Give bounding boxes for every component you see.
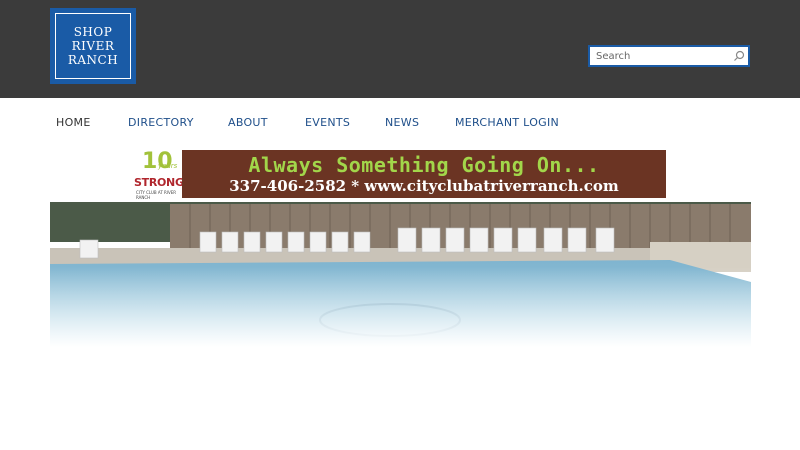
badge-years: years xyxy=(158,162,178,170)
badge-caption: CITY CLUB AT RIVER RANCH xyxy=(136,190,177,200)
banner-contact: 337-406-2582 * www.cityclubatriverranch.… xyxy=(229,177,619,195)
logo-line-3: RANCH xyxy=(67,53,119,67)
main-nav: HOME DIRECTORY ABOUT EVENTS NEWS MERCHAN… xyxy=(0,98,800,146)
site-header: SHOP RIVER RANCH xyxy=(0,0,800,98)
nav-events[interactable]: EVENTS xyxy=(305,116,350,129)
badge-strong: STRONG xyxy=(134,176,184,189)
site-logo[interactable]: SHOP RIVER RANCH xyxy=(50,8,136,84)
logo-mark: SHOP RIVER RANCH xyxy=(55,13,131,79)
anniversary-badge: 10 years STRONG CITY CLUB AT RIVER RANCH xyxy=(134,150,184,200)
banner-message: Always Something Going On... 337-406-258… xyxy=(182,150,666,198)
ad-banner[interactable]: 10 years STRONG CITY CLUB AT RIVER RANCH… xyxy=(134,150,666,200)
hero-pool-image xyxy=(50,202,751,347)
search-input[interactable] xyxy=(590,47,736,65)
nav-merchant-login[interactable]: MERCHANT LOGIN xyxy=(455,116,559,129)
search-icon[interactable] xyxy=(733,50,745,62)
nav-directory[interactable]: DIRECTORY xyxy=(128,116,194,129)
nav-news[interactable]: NEWS xyxy=(385,116,419,129)
logo-line-2: RIVER xyxy=(71,39,115,53)
nav-home[interactable]: HOME xyxy=(56,116,91,129)
search-box xyxy=(588,45,750,67)
pool-photo xyxy=(50,202,751,347)
banner-headline: Always Something Going On... xyxy=(248,153,600,177)
logo-line-1: SHOP xyxy=(73,25,113,39)
nav-about[interactable]: ABOUT xyxy=(228,116,268,129)
